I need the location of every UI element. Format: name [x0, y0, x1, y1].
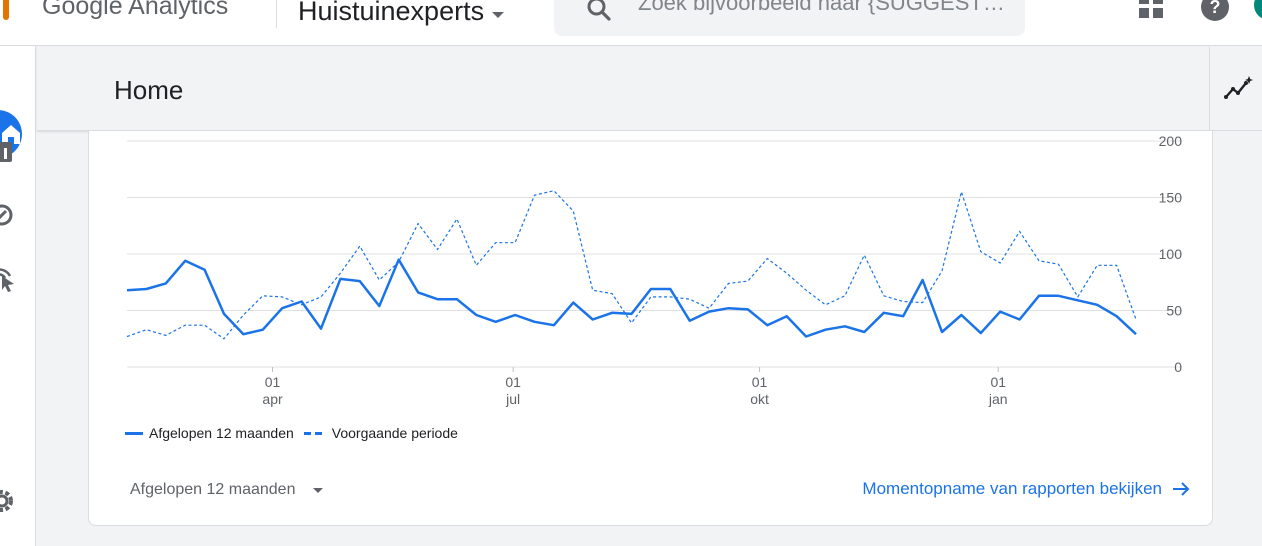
explore-icon [0, 204, 13, 226]
sidebar-item-reports[interactable] [0, 138, 24, 168]
series-line-solid [126, 258, 1137, 338]
insights-sparkle-icon [1224, 76, 1253, 99]
x-tick-month-0: apr [262, 391, 283, 407]
date-range-label: Afgelopen 12 maanden [130, 481, 296, 498]
date-range-dropdown[interactable]: Afgelopen 12 maanden [130, 481, 324, 499]
x-tick-day-0: 01 [265, 374, 281, 390]
sidebar-item-explore[interactable] [0, 200, 24, 230]
header-divider [276, 0, 277, 28]
page-title: Home [114, 75, 184, 105]
ads-target-icon [0, 268, 14, 292]
app-title: Google Analytics [42, 0, 229, 20]
chevron-down-icon [313, 487, 324, 493]
y-tick-label-150: 150 [1159, 190, 1183, 206]
top-app-bar: Google Analytics Huistuinexperts Zoek bi… [0, 0, 1262, 46]
page-header: Home [37, 47, 1209, 131]
overview-card: 200 150 100 50 0 01 apr 01 jul 01 okt 01 jan Afgelop… [88, 131, 1213, 526]
legend-item-current: Afgelopen 12 maanden [125, 425, 294, 441]
users-line-chart: 20015010050001apr01jul01okt01jan [126, 133, 1183, 407]
x-tick-day-2: 01 [752, 374, 768, 390]
arrow-right-icon [1173, 482, 1190, 496]
property-name: Huistuinexperts [298, 0, 485, 26]
bar-chart-icon [0, 142, 12, 162]
legend-label-previous: Voorgaande periode [331, 425, 458, 441]
legend-item-previous: Voorgaande periode [303, 425, 458, 441]
search-input[interactable]: Zoek bijvoorbeeld naar {SUGGESTED... [638, 0, 1018, 16]
legend-label-current: Afgelopen 12 maanden [149, 425, 294, 441]
x-tick-month-2: okt [750, 391, 769, 407]
x-tick-month-3: jan [988, 391, 1008, 407]
sidebar-item-admin[interactable] [0, 486, 24, 516]
help-icon[interactable]: ? [1200, 0, 1230, 22]
series-line-dashed [126, 190, 1137, 340]
y-tick-label-200: 200 [1159, 133, 1183, 149]
legend-solid-swatch [125, 431, 143, 435]
svg-text:?: ? [1210, 0, 1221, 17]
sidebar-item-advertising[interactable] [0, 262, 24, 292]
search-icon [587, 0, 611, 21]
apps-grid-icon[interactable] [1139, 0, 1165, 20]
y-tick-label-100: 100 [1159, 246, 1183, 262]
y-tick-label-50: 50 [1166, 303, 1182, 319]
x-tick-month-1: jul [505, 391, 520, 407]
analytics-logo-icon [3, 0, 9, 20]
x-tick-day-3: 01 [990, 374, 1006, 390]
property-selector[interactable]: Huistuinexperts [298, 0, 505, 27]
insights-button[interactable] [1209, 47, 1262, 131]
search-box[interactable]: Zoek bijvoorbeeld naar {SUGGESTED... [554, 0, 1025, 36]
reports-snapshot-link[interactable]: Momentopname van rapporten bekijken [862, 479, 1190, 499]
account-avatar[interactable] [1254, 0, 1262, 20]
chart-legend: Afgelopen 12 maanden Voorgaande periode [125, 425, 468, 441]
legend-dashed-swatch [303, 431, 326, 435]
y-tick-label-0: 0 [1174, 359, 1182, 375]
chevron-down-icon [492, 11, 505, 18]
reports-snapshot-label: Momentopname van rapporten bekijken [862, 479, 1162, 498]
side-navigation [0, 46, 36, 546]
gear-icon [0, 490, 13, 512]
x-tick-day-1: 01 [505, 374, 521, 390]
